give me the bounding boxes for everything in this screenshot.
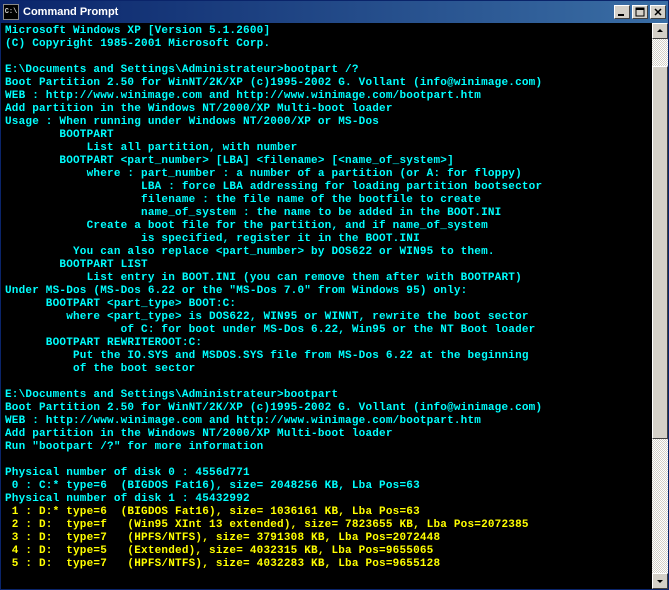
chevron-down-icon [656,577,664,585]
close-button[interactable] [650,5,666,19]
minimize-icon [617,7,627,17]
close-icon [653,7,663,17]
maximize-icon [635,7,645,17]
vertical-scrollbar[interactable] [652,23,668,589]
scroll-track[interactable] [652,39,668,573]
command-prompt-window: C:\ Command Prompt Microsoft Windows XP … [0,0,669,590]
maximize-button[interactable] [632,5,648,19]
scroll-down-button[interactable] [652,573,668,589]
window-controls [614,5,666,19]
app-icon: C:\ [3,4,19,20]
scroll-thumb[interactable] [652,66,668,440]
minimize-button[interactable] [614,5,630,19]
titlebar[interactable]: C:\ Command Prompt [1,1,668,23]
chevron-up-icon [656,27,664,35]
console-output[interactable]: Microsoft Windows XP [Version 5.1.2600] … [1,23,668,589]
window-title: Command Prompt [23,6,614,18]
scroll-up-button[interactable] [652,23,668,39]
